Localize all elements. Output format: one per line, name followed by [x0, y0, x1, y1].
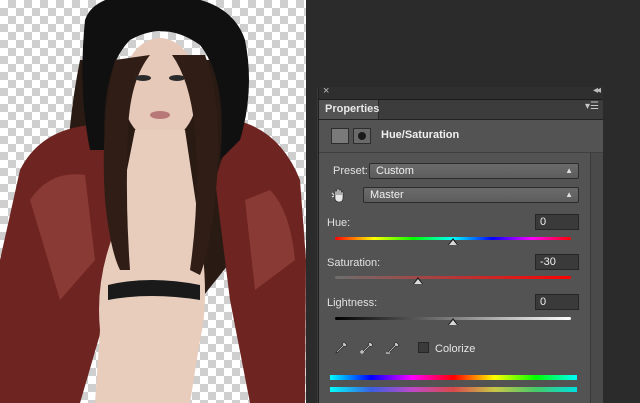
preset-label: Preset:	[333, 165, 368, 177]
lightness-label: Lightness:	[327, 297, 378, 309]
preset-value: Custom	[376, 165, 414, 177]
adjustment-header: Hue/Saturation	[319, 120, 603, 153]
panel-menu-icon[interactable]: ▾☰	[585, 101, 599, 112]
preset-dropdown[interactable]: Custom ▲	[369, 163, 579, 179]
eyedropper-icon[interactable]	[333, 340, 349, 356]
lightness-slider-thumb[interactable]	[448, 318, 458, 325]
tab-properties[interactable]: Properties	[319, 100, 379, 119]
panel-titlebar: × ◂◂	[319, 85, 603, 100]
close-icon[interactable]: ×	[323, 85, 329, 97]
hue-input[interactable]: 0	[535, 214, 579, 230]
saturation-slider-track[interactable]	[335, 276, 571, 279]
panel-tabbar: Properties ▾☰	[319, 100, 603, 120]
range-dropdown[interactable]: Master ▲	[363, 187, 579, 203]
adjustment-title: Hue/Saturation	[381, 129, 460, 141]
eyedropper-plus-icon[interactable]	[359, 340, 375, 356]
layer-mask-icon[interactable]	[353, 128, 371, 144]
properties-panel: × ◂◂ Properties ▾☰ Hue/Saturation Preset…	[318, 85, 603, 403]
collapse-arrows-icon[interactable]: ◂◂	[593, 85, 601, 96]
panel-scrollbar[interactable]	[590, 153, 603, 403]
chevron-updown-icon: ▲	[565, 166, 573, 175]
eyedropper-minus-icon[interactable]	[385, 340, 401, 356]
saturation-label: Saturation:	[327, 257, 381, 269]
lightness-input[interactable]: 0	[535, 294, 579, 310]
colorize-checkbox[interactable]	[418, 342, 429, 353]
model-photo	[0, 0, 306, 403]
color-spectrum-bar	[330, 375, 577, 380]
hue-label: Hue:	[327, 217, 351, 229]
hand-target-icon[interactable]	[331, 187, 347, 203]
adjusted-spectrum-bar	[330, 387, 577, 392]
colorize-label: Colorize	[435, 343, 476, 355]
saturation-slider-thumb[interactable]	[412, 277, 423, 284]
hue-slider-thumb[interactable]	[448, 238, 458, 245]
range-value: Master	[370, 189, 404, 201]
chevron-updown-icon: ▲	[565, 190, 573, 199]
document-canvas[interactable]	[0, 0, 306, 403]
adjustment-layer-icon[interactable]	[331, 128, 349, 144]
saturation-input[interactable]: -30	[535, 254, 579, 270]
